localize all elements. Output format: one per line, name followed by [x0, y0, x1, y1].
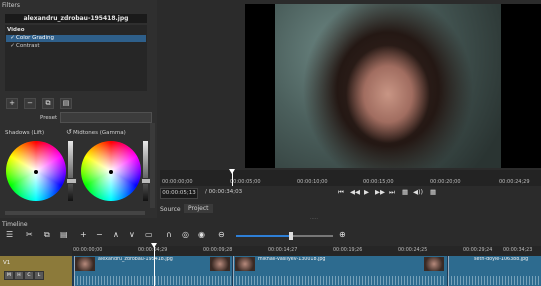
loop-button[interactable]: ▦	[402, 188, 408, 196]
grid-toggle-button[interactable]: ▦	[430, 188, 436, 196]
filter-list[interactable]: Video ✓Color Grading ✓Contrast	[5, 25, 147, 91]
checkbox-icon[interactable]: ✓	[9, 43, 16, 50]
paste-button[interactable]: ▤	[60, 230, 68, 239]
preset-label: Preset	[40, 115, 58, 121]
remove-button[interactable]: −	[96, 230, 103, 239]
preset-combobox[interactable]	[60, 112, 152, 123]
track-mute-button[interactable]: M	[4, 271, 14, 280]
clip-waveform	[233, 276, 446, 285]
timeline-playhead-marker[interactable]	[151, 243, 157, 248]
preview-image	[275, 4, 501, 168]
filters-panel-title: Filters	[2, 2, 20, 9]
skip-to-end-button[interactable]: ⏭	[389, 188, 395, 197]
ruler-tick-label: 00:00:24;29	[499, 179, 530, 185]
track-name: V1	[3, 260, 11, 266]
filter-item-color-grading[interactable]: ✓Color Grading	[6, 35, 146, 42]
shadows-value-slider[interactable]	[68, 141, 73, 201]
ruler-tick-label: 00:00:00;00	[162, 179, 193, 185]
ruler-tick-label: 00:00:20;00	[430, 179, 461, 185]
track-composite-button[interactable]: C	[24, 271, 34, 280]
clip-waveform	[74, 276, 231, 285]
rewind-button[interactable]: ◀◀	[350, 188, 360, 196]
ripple-all-button[interactable]: ◉	[198, 230, 205, 239]
split-button[interactable]: ▭	[145, 230, 153, 239]
zoom-slider-fill[interactable]	[236, 235, 291, 237]
copy-filter-button[interactable]: ⧉	[42, 98, 54, 109]
timeline-playhead[interactable]	[154, 244, 155, 286]
track-hide-button[interactable]: H	[14, 271, 24, 280]
copy-button[interactable]: ⧉	[44, 230, 50, 240]
timeline-title: Timeline	[2, 221, 28, 228]
zoom-in-button[interactable]: ⊕	[339, 230, 346, 239]
filter-item-label: Color Grading	[16, 35, 54, 41]
shadows-slider-handle[interactable]	[66, 178, 77, 184]
timeline-tick-label: 00:00:24;25	[398, 248, 428, 253]
shadows-label: Shadows (Lift)	[5, 130, 45, 136]
player-playhead-marker[interactable]	[229, 169, 235, 174]
checkbox-icon[interactable]: ✓	[9, 35, 16, 42]
zoom-slider-track[interactable]	[291, 235, 333, 237]
timeline-tick-label: 00:00:04;29	[138, 248, 168, 253]
track-lock-button[interactable]: L	[34, 271, 44, 280]
clip-name: seth-doyle-106388.jpg	[474, 257, 529, 262]
ruler-tick-label: 00:00:05;00	[230, 179, 261, 185]
clip-waveform	[448, 276, 541, 285]
midtones-value-slider[interactable]	[143, 141, 148, 201]
fast-forward-button[interactable]: ▶▶	[375, 188, 385, 196]
player-ruler[interactable]	[160, 170, 541, 186]
shadows-wheel-handle[interactable]	[34, 170, 38, 174]
clip-thumbnail	[424, 257, 444, 271]
clip-thumbnail	[210, 257, 230, 271]
remove-filter-button[interactable]: −	[24, 98, 36, 109]
current-timecode-field[interactable]: 00:00:05;13	[160, 188, 198, 199]
clip-name: mikhail-vasilyev-130018.jpg	[258, 257, 326, 262]
reset-icon[interactable]: ↺	[66, 128, 72, 136]
filter-clip-name: alexandru_zdrobau-195418.jpg	[5, 14, 147, 23]
filter-item-contrast[interactable]: ✓Contrast	[6, 43, 146, 50]
midtones-label: Midtones (Gamma)	[73, 130, 126, 136]
ripple-button[interactable]: ◎	[182, 230, 189, 239]
tab-source[interactable]: Source	[160, 206, 181, 213]
total-duration-label: / 00:00:34;03	[205, 189, 243, 195]
timeline-tick-label: 00:00:14;27	[268, 248, 298, 253]
timeline-tick-label: 00:00:00;00	[73, 248, 103, 253]
timeline-tick-label: 00:00:29;24	[463, 248, 493, 253]
volume-button[interactable]: ◀))	[413, 188, 423, 196]
ruler-tick-label: 00:00:10;00	[297, 179, 328, 185]
zoom-out-button[interactable]: ⊖	[218, 230, 225, 239]
tab-project[interactable]: Project	[184, 204, 213, 213]
overwrite-button[interactable]: ∨	[129, 230, 135, 239]
add-filter-button[interactable]: +	[6, 98, 18, 109]
clip-thumbnail	[235, 257, 255, 271]
cut-button[interactable]: ✂	[26, 230, 33, 239]
ruler-tick-label: 00:00:15;00	[363, 179, 394, 185]
skip-to-start-button[interactable]: ⏮	[338, 188, 344, 197]
splitter-grip[interactable]: .....	[310, 215, 318, 221]
timeline-menu-button[interactable]: ☰	[6, 230, 13, 239]
filters-horizontal-scrollbar[interactable]	[5, 211, 145, 215]
timeline-tick-label: 00:00:19;26	[333, 248, 363, 253]
filters-vertical-scrollbar[interactable]	[150, 123, 155, 208]
timeline-tick-label: 00:00:09;28	[203, 248, 233, 253]
clip-thumbnail	[75, 257, 95, 271]
filter-group-label: Video	[7, 27, 25, 33]
midtones-wheel-handle[interactable]	[109, 170, 113, 174]
clip-name: alexandru_zdrobau-195418.jpg	[98, 257, 173, 262]
paste-filter-button[interactable]: ▤	[60, 98, 72, 109]
lift-button[interactable]: ∧	[113, 230, 119, 239]
zoom-slider-handle[interactable]	[289, 232, 293, 240]
append-button[interactable]: +	[80, 230, 87, 239]
snap-button[interactable]: ∩	[166, 230, 172, 239]
play-button[interactable]: ▶	[364, 188, 369, 196]
timeline-tick-label: 00:00:34;23	[503, 248, 533, 253]
filter-item-label: Contrast	[16, 43, 40, 49]
